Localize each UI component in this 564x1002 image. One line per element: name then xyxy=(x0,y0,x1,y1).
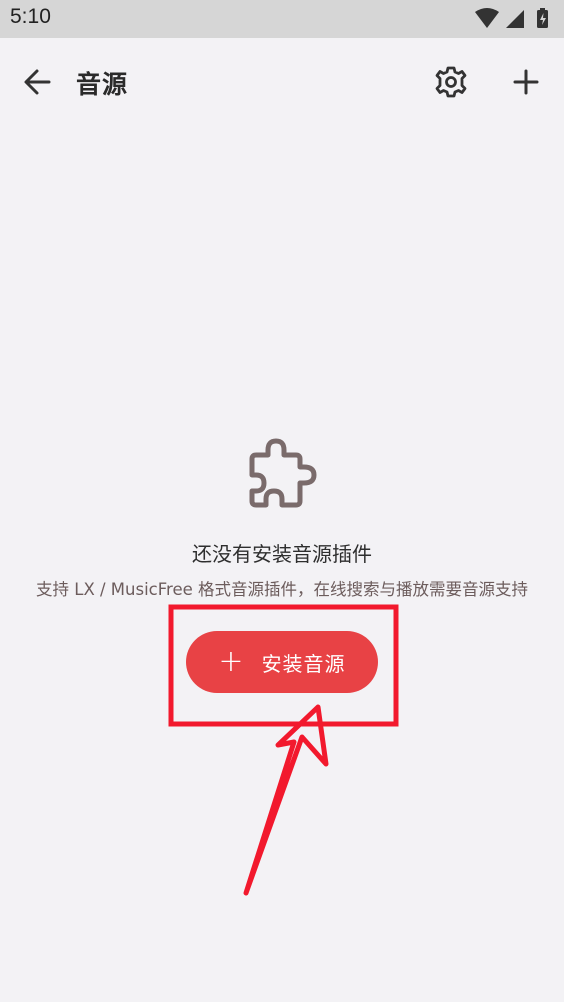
battery-icon xyxy=(537,8,548,28)
back-button[interactable] xyxy=(18,62,58,102)
empty-state-title: 还没有安装音源插件 xyxy=(192,542,372,566)
settings-button[interactable] xyxy=(431,62,471,102)
gear-icon xyxy=(435,66,467,98)
add-button[interactable] xyxy=(506,62,546,102)
arrow-left-icon xyxy=(24,69,51,95)
status-bar: 5:10 xyxy=(0,0,564,38)
plus-icon xyxy=(513,69,539,95)
status-icons xyxy=(474,8,554,30)
signal-icon xyxy=(506,10,524,28)
annotation-arrow xyxy=(243,704,329,896)
install-source-button[interactable]: + 安装音源 xyxy=(186,631,378,693)
wifi-icon xyxy=(475,8,499,28)
status-time: 5:10 xyxy=(10,5,51,28)
puzzle-icon xyxy=(244,437,320,513)
app-bar: 音源 xyxy=(0,38,564,126)
install-source-label: 安装音源 xyxy=(261,651,346,676)
page-title: 音源 xyxy=(76,70,129,99)
plus-icon: + xyxy=(218,644,244,679)
empty-state-description: 支持 LX / MusicFree 格式音源插件，在线搜索与播放需要音源支持 xyxy=(36,580,528,599)
screen: 5:10 音源 还没有安装音源插件 支持 LX / MusicFree 格式音源… xyxy=(0,0,564,1002)
